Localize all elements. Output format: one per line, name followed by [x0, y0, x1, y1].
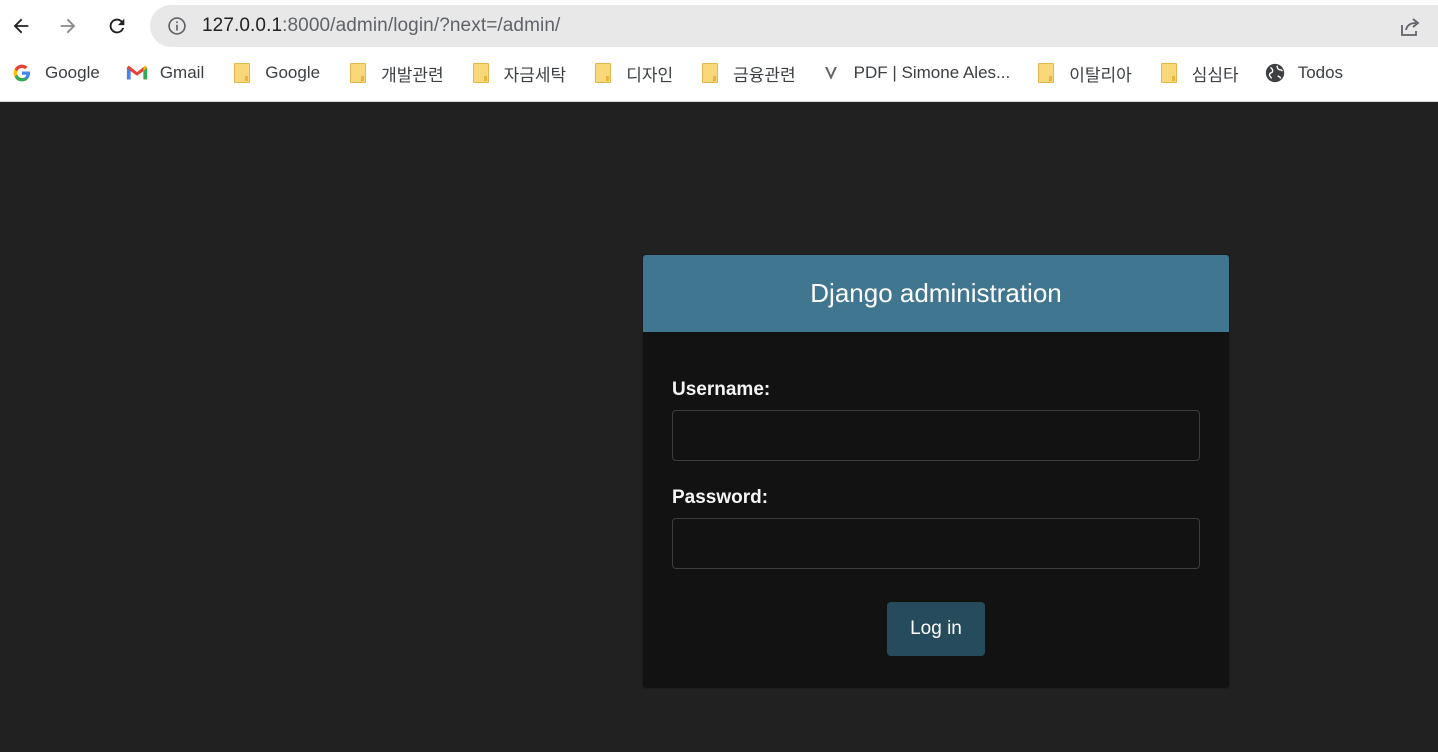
reload-icon — [109, 18, 125, 34]
bookmark-label: 자금세탁 — [503, 65, 567, 85]
login-panel: Django administration Username: Password… — [642, 254, 1230, 689]
bookmark-folder-aml[interactable]: 자금세탁 — [470, 56, 567, 90]
url-host: 127.0.0.1 — [202, 15, 283, 36]
password-input[interactable] — [672, 518, 1200, 569]
bookmark-todos[interactable]: Todos — [1264, 56, 1343, 90]
folder-icon — [1158, 62, 1180, 84]
address-bar[interactable]: 127.0.0.1:8000/admin/login/?next=/admin/ — [150, 5, 1438, 47]
site-title[interactable]: Django administration — [810, 278, 1061, 309]
browser-chrome: 127.0.0.1:8000/admin/login/?next=/admin/… — [0, 0, 1438, 102]
bookmark-folder-finance[interactable]: 금융관련 — [699, 56, 796, 90]
globe-icon — [1264, 62, 1286, 84]
url-path: :8000/admin/login/?next=/admin/ — [282, 15, 561, 36]
bookmark-folder-dev[interactable]: 개발관련 — [347, 56, 444, 90]
folder-icon — [231, 62, 253, 84]
forward-button[interactable] — [50, 8, 86, 44]
folder-icon — [347, 62, 369, 84]
bookmark-gmail[interactable]: Gmail — [126, 56, 204, 90]
site-info-icon[interactable] — [166, 15, 188, 37]
back-button[interactable] — [3, 8, 39, 44]
bookmark-label: Google — [45, 63, 100, 82]
gmail-icon — [126, 62, 148, 84]
login-button[interactable]: Log in — [887, 602, 985, 656]
bookmark-google[interactable]: Google — [11, 56, 100, 90]
share-icon[interactable] — [1398, 15, 1422, 39]
folder-icon — [1035, 62, 1057, 84]
login-header: Django administration — [643, 255, 1229, 332]
bookmark-label: 심심타 — [1191, 65, 1239, 85]
username-label: Username: — [672, 379, 771, 400]
v-logo-icon — [820, 62, 842, 84]
bookmark-folder-google[interactable]: Google — [231, 56, 320, 90]
bookmark-folder-design[interactable]: 디자인 — [592, 56, 673, 90]
folder-icon — [470, 62, 492, 84]
password-label: Password: — [672, 487, 769, 508]
url-text[interactable]: 127.0.0.1:8000/admin/login/?next=/admin/ — [202, 15, 560, 37]
bookmark-label: PDF | Simone Ales... — [853, 63, 1011, 82]
bookmark-label: Gmail — [159, 63, 205, 82]
site-title-text: Django administration — [810, 278, 1062, 308]
google-icon — [11, 62, 33, 84]
reload-button[interactable] — [99, 8, 135, 44]
folder-icon — [592, 62, 614, 84]
arrow-left-icon — [13, 18, 29, 34]
bookmark-label: Google — [265, 63, 321, 82]
bookmarks-bar: Google Gmail Google 개발관련 자금세탁 디자인 금융관련 P… — [0, 56, 1438, 90]
bookmark-pdf[interactable]: PDF | Simone Ales... — [820, 56, 1011, 90]
bookmark-label: 이탈리아 — [1069, 65, 1132, 85]
bookmark-label: Todos — [1297, 63, 1344, 82]
bookmark-folder-italy[interactable]: 이탈리아 — [1035, 56, 1132, 90]
bookmark-folder-misc[interactable]: 심심타 — [1158, 56, 1239, 90]
bookmark-label: 개발관련 — [381, 65, 444, 85]
folder-icon — [699, 62, 721, 84]
bookmark-label: 금융관련 — [733, 65, 796, 85]
username-input[interactable] — [672, 410, 1200, 461]
arrow-right-icon — [60, 18, 76, 34]
bookmark-label: 디자인 — [626, 65, 674, 85]
